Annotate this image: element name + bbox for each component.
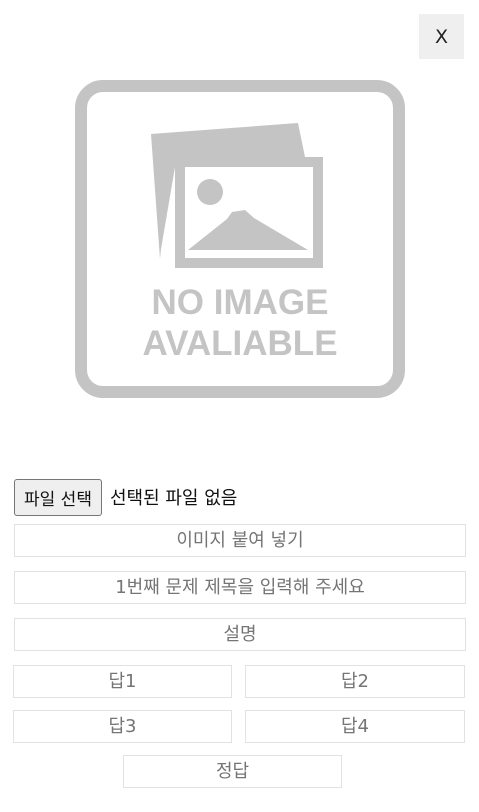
answer3-field[interactable] bbox=[13, 710, 232, 743]
choose-file-button[interactable]: 파일 선택 bbox=[14, 478, 102, 516]
no-image-placeholder: NO IMAGE AVALIABLE bbox=[75, 80, 405, 398]
answer4-field[interactable] bbox=[245, 710, 465, 743]
no-image-text-line2: AVALIABLE bbox=[142, 324, 337, 363]
no-image-text-line1: NO IMAGE bbox=[152, 283, 329, 322]
question-title-field[interactable] bbox=[14, 571, 466, 604]
image-placeholder-icon bbox=[151, 123, 323, 268]
close-button[interactable]: X bbox=[419, 14, 464, 59]
paste-image-field[interactable] bbox=[14, 524, 466, 557]
answer2-field[interactable] bbox=[245, 665, 465, 698]
file-status-text: 선택된 파일 없음 bbox=[109, 488, 238, 509]
answer1-field[interactable] bbox=[13, 665, 232, 698]
correct-answer-field[interactable] bbox=[123, 755, 342, 788]
file-input[interactable]: 파일 선택 선택된 파일 없음 bbox=[14, 478, 238, 516]
description-field[interactable] bbox=[14, 618, 466, 651]
